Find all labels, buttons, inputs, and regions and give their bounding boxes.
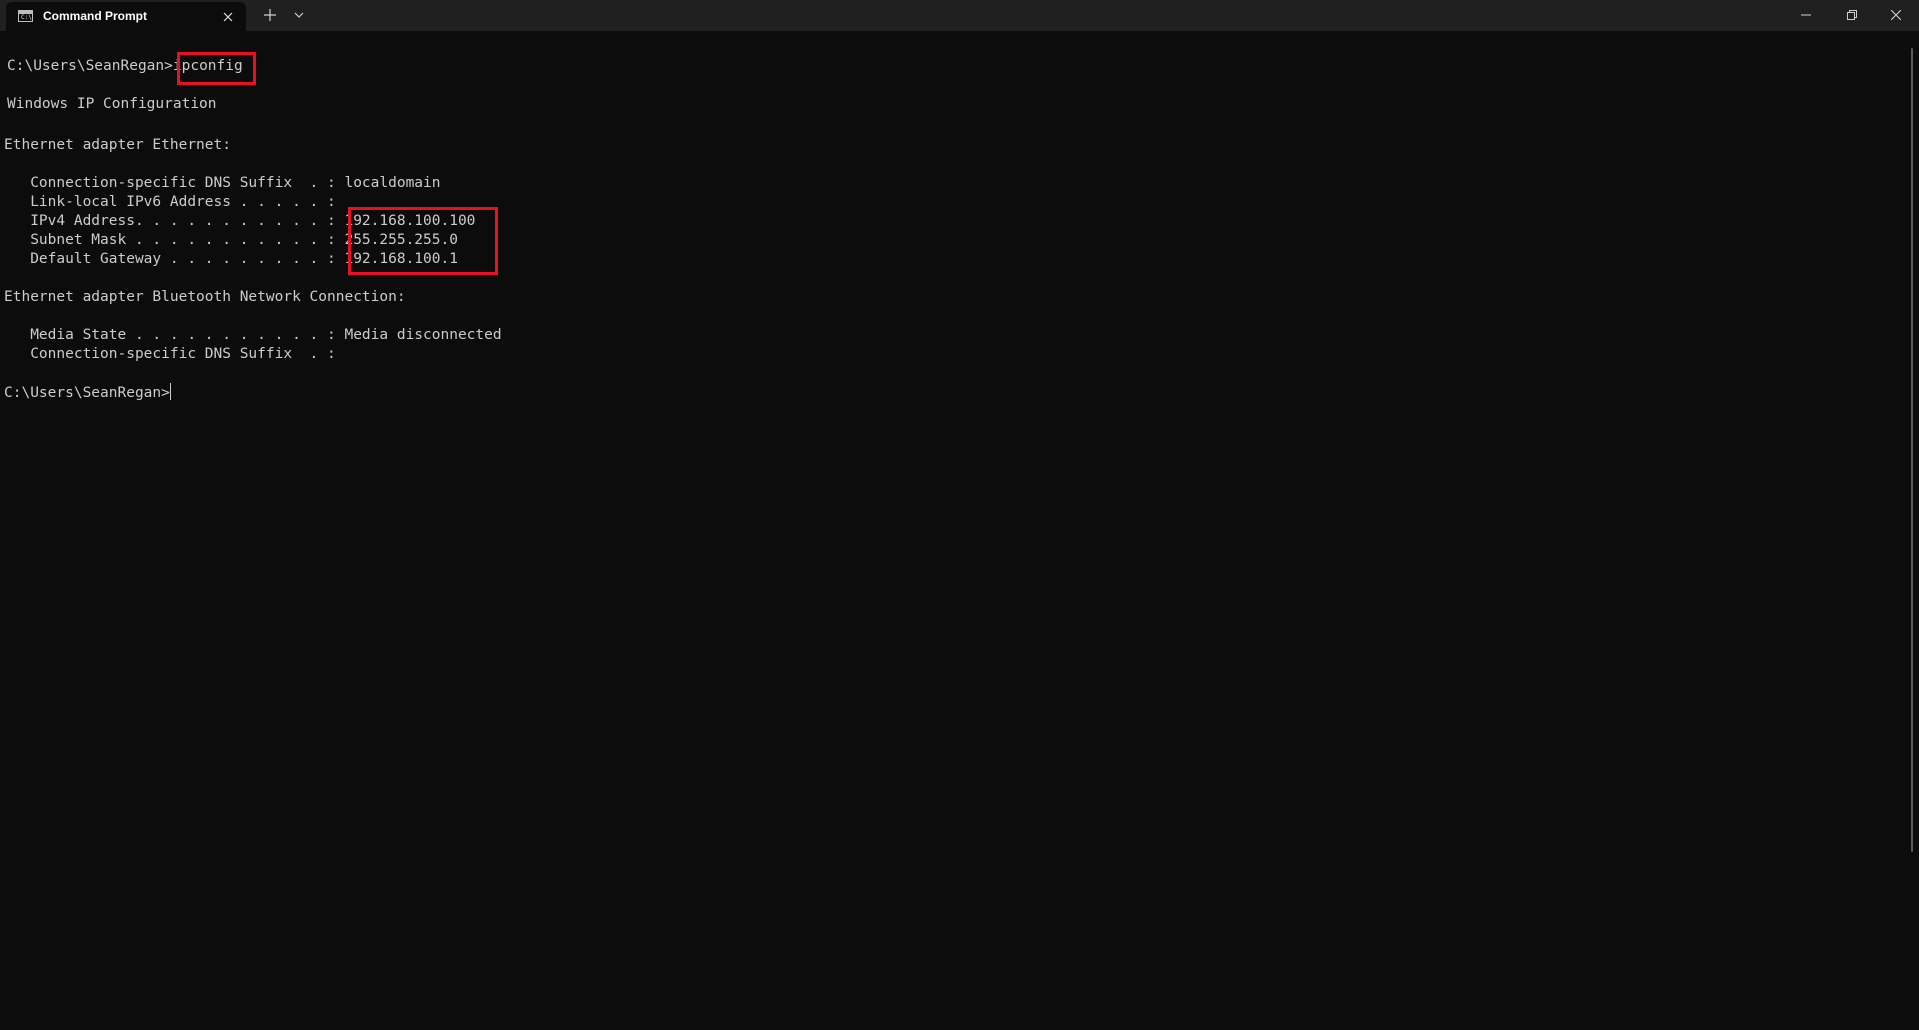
- restore-icon: [1847, 10, 1857, 20]
- restore-button[interactable]: [1829, 0, 1875, 31]
- prompt: C:\Users\SeanRegan>: [7, 58, 173, 74]
- terminal-output[interactable]: C:\Users\SeanRegan>ipconfig Windows IP C…: [0, 31, 1910, 1030]
- config-label: IPv4 Address. . . . . . . . . . . :: [4, 213, 345, 229]
- config-value: Media disconnected: [344, 327, 502, 343]
- address-highlight-box: [348, 207, 498, 275]
- close-icon: [223, 12, 233, 22]
- plus-icon: [264, 9, 276, 21]
- config-label: Subnet Mask . . . . . . . . . . . :: [4, 232, 345, 248]
- adapter-heading: Ethernet adapter Bluetooth Network Conne…: [4, 289, 406, 305]
- close-icon: [1891, 10, 1901, 20]
- minimize-icon: [1801, 14, 1811, 16]
- config-label: Link-local IPv6 Address . . . . . :: [4, 194, 345, 210]
- adapter-heading: Ethernet adapter Ethernet:: [4, 137, 231, 153]
- terminal-icon: C:\: [18, 10, 33, 22]
- new-tab-button[interactable]: [258, 3, 282, 27]
- config-line: Link-local IPv6 Address . . . . . :: [4, 193, 344, 212]
- tab-command-prompt[interactable]: C:\ Command Prompt: [6, 2, 246, 31]
- config-label: Connection-specific DNS Suffix . :: [4, 175, 345, 191]
- close-window-button[interactable]: [1873, 0, 1919, 31]
- title-bar: C:\ Command Prompt: [0, 0, 1919, 31]
- ip-config-heading: Windows IP Configuration: [7, 96, 217, 112]
- config-label: Media State . . . . . . . . . . . :: [4, 327, 345, 343]
- tab-dropdown-button[interactable]: [287, 3, 311, 27]
- text-cursor: [169, 383, 171, 400]
- config-label: Default Gateway . . . . . . . . . :: [4, 251, 345, 267]
- tab-title: Command Prompt: [43, 9, 148, 23]
- config-label: Connection-specific DNS Suffix . :: [4, 346, 345, 362]
- config-line: Media State . . . . . . . . . . . : Medi…: [4, 326, 502, 345]
- config-line: Connection-specific DNS Suffix . : local…: [4, 174, 441, 193]
- config-value: localdomain: [344, 175, 441, 191]
- scrollbar[interactable]: [1911, 48, 1913, 852]
- minimize-button[interactable]: [1783, 0, 1829, 31]
- config-line: Connection-specific DNS Suffix . :: [4, 345, 344, 364]
- close-tab-button[interactable]: [218, 7, 238, 27]
- chevron-down-icon: [294, 12, 304, 18]
- command-highlight-box: [177, 52, 256, 85]
- prompt-line: C:\Users\SeanRegan>: [4, 383, 171, 402]
- prompt: C:\Users\SeanRegan>: [4, 385, 170, 401]
